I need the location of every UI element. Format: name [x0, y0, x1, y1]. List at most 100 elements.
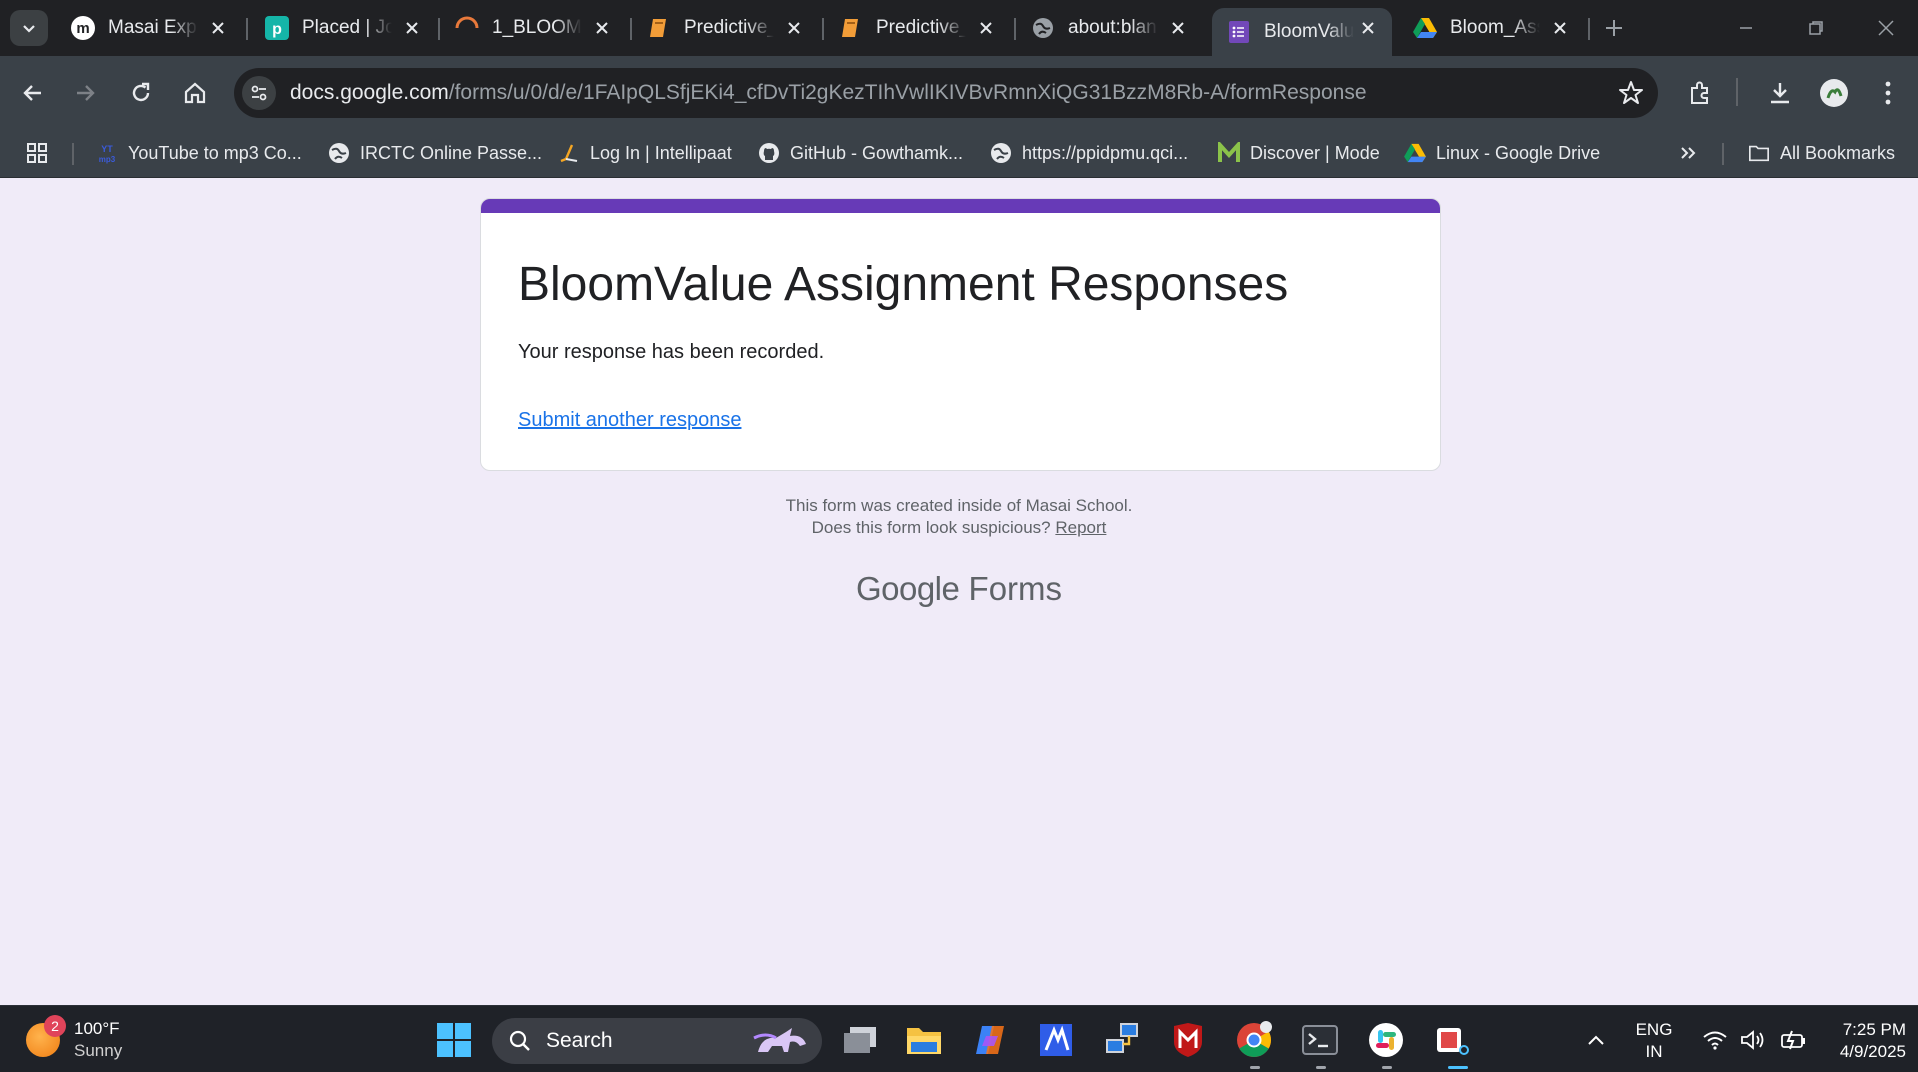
- apps-grid-icon: [27, 143, 47, 163]
- tab-title: Predictive_: [876, 17, 966, 38]
- bookmark-irctc[interactable]: IRCTC Online Passe...: [328, 139, 542, 167]
- tab-predictive-1[interactable]: Predictive_: [632, 8, 818, 48]
- tab-title: about:blan: [1068, 17, 1157, 38]
- terminal-app[interactable]: [1298, 1018, 1342, 1062]
- avatar-icon: [1820, 79, 1848, 107]
- snipping-tool-app[interactable]: [1430, 1018, 1474, 1062]
- close-icon[interactable]: [1548, 16, 1572, 40]
- form-title: BloomValue Assignment Responses: [518, 258, 1289, 311]
- tab-title: Placed | Jol: [302, 17, 392, 38]
- profile-avatar[interactable]: [1816, 74, 1852, 112]
- close-icon[interactable]: [974, 16, 998, 40]
- globe-icon: [328, 142, 350, 164]
- tab-bloom-drive[interactable]: Bloom_Ass: [1398, 8, 1584, 48]
- weather-text: 100°F Sunny: [74, 1018, 122, 1062]
- task-view-app[interactable]: [838, 1018, 882, 1062]
- reload-button[interactable]: [122, 74, 160, 112]
- tab-placed[interactable]: p Placed | Jol: [250, 8, 436, 48]
- search-label: Search: [546, 1029, 613, 1052]
- close-icon[interactable]: [400, 16, 424, 40]
- arrow-left-icon: [23, 85, 41, 101]
- bookmark-github[interactable]: GitHub - Gowthamk...: [758, 139, 963, 167]
- submit-another-link[interactable]: Submit another response: [518, 409, 741, 432]
- folder-icon: [1748, 142, 1770, 164]
- svg-text:mp3: mp3: [99, 155, 116, 164]
- bookmark-ytmp3[interactable]: YT mp3 YouTube to mp3 Co...: [96, 139, 302, 167]
- apps-button[interactable]: [26, 139, 48, 167]
- quick-settings-button[interactable]: [1690, 1018, 1820, 1062]
- bookmark-label: Log In | Intellipaat: [590, 142, 732, 163]
- url-host: docs.google.com: [290, 81, 449, 104]
- restore-button[interactable]: [1796, 10, 1836, 46]
- folder-icon: [907, 1028, 941, 1054]
- copilot-app[interactable]: [968, 1018, 1012, 1062]
- close-icon[interactable]: [1166, 16, 1190, 40]
- suspicious-question: Does this form look suspicious?: [811, 518, 1051, 537]
- close-icon[interactable]: [590, 16, 614, 40]
- tab-search-button[interactable]: [10, 10, 48, 46]
- forward-button[interactable]: [66, 74, 104, 112]
- wifi-icon: [1703, 1031, 1727, 1050]
- new-tab-button[interactable]: [1598, 12, 1630, 44]
- vscode-like-app[interactable]: [1034, 1018, 1078, 1062]
- mcafee-app[interactable]: [1166, 1018, 1210, 1062]
- home-button[interactable]: [176, 74, 214, 112]
- volume-icon: [1741, 1030, 1764, 1050]
- address-bar[interactable]: docs.google.com/forms/u/0/d/e/1FAIpQLSfj…: [234, 68, 1658, 118]
- browser-toolbar: docs.google.com/forms/u/0/d/e/1FAIpQLSfj…: [0, 56, 1918, 129]
- bookmark-intellipaat[interactable]: Log In | Intellipaat: [558, 139, 732, 167]
- site-info-button[interactable]: [242, 76, 276, 110]
- close-window-button[interactable]: [1866, 10, 1906, 46]
- language-bottom: IN: [1645, 1042, 1663, 1061]
- tab-masai[interactable]: m Masai Expe: [56, 8, 242, 48]
- minimize-button[interactable]: [1726, 10, 1766, 46]
- tab-bloom-notebook[interactable]: 1_BLOOM_: [440, 8, 626, 48]
- back-button[interactable]: [14, 74, 52, 112]
- clock[interactable]: 7:25 PM 4/9/2025: [1808, 1019, 1906, 1063]
- weather-widget[interactable]: 2 100°F Sunny: [26, 1015, 122, 1062]
- svg-text:YT: YT: [101, 144, 113, 154]
- close-icon[interactable]: [782, 16, 806, 40]
- taskbar-search[interactable]: Search: [492, 1018, 822, 1064]
- start-button[interactable]: [432, 1018, 476, 1062]
- chrome-menu-button[interactable]: [1870, 74, 1906, 112]
- bookmark-label: Discover | Mode: [1250, 142, 1380, 163]
- google-forms-logo[interactable]: Google Forms: [0, 570, 1918, 608]
- network-app[interactable]: [1100, 1018, 1144, 1062]
- downloads-button[interactable]: [1762, 74, 1798, 112]
- bookmark-ppidpmu[interactable]: https://ppidpmu.qci...: [990, 139, 1188, 167]
- home-icon: [184, 82, 206, 104]
- all-bookmarks-button[interactable]: All Bookmarks: [1748, 139, 1895, 167]
- confirmation-message: Your response has been recorded.: [518, 341, 825, 363]
- chrome-icon: [1237, 1021, 1272, 1057]
- tab-title: Predictive_: [684, 17, 774, 38]
- google-forms-icon: [1226, 19, 1252, 45]
- more-bookmarks-button[interactable]: [1678, 139, 1698, 167]
- bookmark-star-icon[interactable]: [1618, 80, 1644, 106]
- logo-google-text: Google: [855, 570, 960, 607]
- show-hidden-icons-button[interactable]: [1572, 1018, 1620, 1062]
- bookmark-mode[interactable]: Discover | Mode: [1218, 139, 1380, 167]
- masai-icon: m: [70, 15, 96, 41]
- globe-icon: [990, 142, 1012, 164]
- chrome-app[interactable]: [1232, 1018, 1276, 1062]
- response-card: BloomValue Assignment Responses Your res…: [480, 198, 1441, 471]
- placed-icon: p: [264, 15, 290, 41]
- windows-taskbar: 2 100°F Sunny Search ENG IN 7:25 PM 4/9/…: [0, 1005, 1918, 1072]
- minimize-icon: [1740, 27, 1752, 29]
- tab-about-blank[interactable]: about:blan: [1016, 8, 1202, 48]
- slack-app[interactable]: [1364, 1018, 1408, 1062]
- close-icon[interactable]: [206, 16, 230, 40]
- file-explorer-app[interactable]: [902, 1018, 946, 1062]
- language-indicator[interactable]: ENG IN: [1622, 1019, 1686, 1063]
- tab-separator: [1588, 18, 1590, 40]
- tab-predictive-2[interactable]: Predictive_: [824, 8, 1010, 48]
- report-link[interactable]: Report: [1055, 518, 1106, 537]
- reload-icon: [132, 82, 150, 102]
- close-icon[interactable]: [1356, 16, 1380, 40]
- bookmark-linux-drive[interactable]: Linux - Google Drive: [1404, 139, 1600, 167]
- bookmarks-separator: [72, 143, 74, 165]
- tab-bloomvalue-active[interactable]: BloomValu: [1212, 8, 1392, 56]
- extensions-button[interactable]: [1682, 74, 1718, 112]
- bookmarks-separator: [1722, 143, 1724, 165]
